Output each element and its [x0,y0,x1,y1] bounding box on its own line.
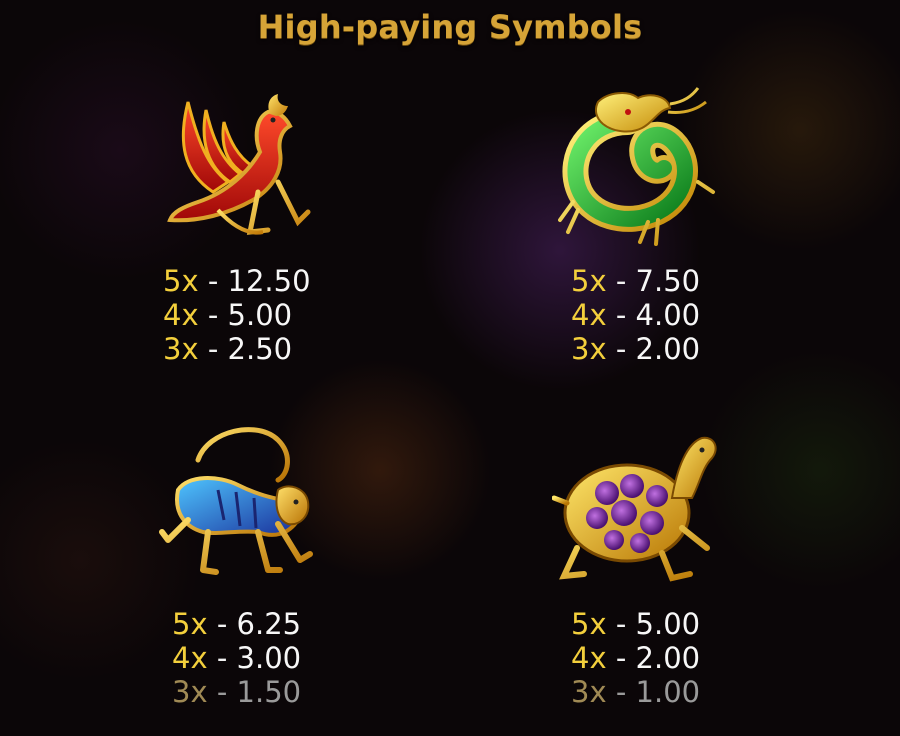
separator: - [216,641,228,675]
pay-row: 4x - 5.00 [163,298,311,332]
payout-value: 2.00 [635,332,701,366]
payout-value: 5.00 [635,607,701,641]
payout-value: 5.00 [227,298,293,332]
multiplier: 5x [571,607,607,641]
multiplier: 5x [571,264,607,298]
payout-value: 2.50 [227,332,293,366]
multiplier: 4x [163,298,199,332]
pay-row: 4x - 2.00 [571,641,700,675]
payout-value: 2.00 [635,641,701,675]
pay-row: 3x - 2.00 [571,332,700,366]
dragon-icon [558,82,718,247]
multiplier: 3x [172,675,208,709]
multiplier: 3x [571,675,607,709]
pay-row: 3x - 1.50 [172,675,301,709]
pay-row: 4x - 3.00 [172,641,301,675]
multiplier: 5x [163,264,199,298]
phoenix-paytable: 5x - 12.50 4x - 5.00 3x - 2.50 [163,264,311,366]
pay-row: 5x - 7.50 [571,264,700,298]
separator: - [216,607,228,641]
separator: - [207,298,219,332]
payout-value: 7.50 [635,264,701,298]
separator: - [615,298,627,332]
multiplier: 4x [571,641,607,675]
separator: - [216,675,228,709]
multiplier: 3x [163,332,199,366]
multiplier: 3x [571,332,607,366]
separator: - [615,332,627,366]
payout-value: 6.25 [236,607,302,641]
multiplier: 4x [172,641,208,675]
pay-row: 4x - 4.00 [571,298,700,332]
pay-row: 3x - 1.00 [571,675,700,709]
tiger-icon [158,420,318,590]
blurred-game-background [0,0,900,736]
payout-value: 1.50 [236,675,302,709]
separator: - [207,332,219,366]
separator: - [615,264,627,298]
payout-value: 3.00 [236,641,302,675]
separator: - [615,607,627,641]
pay-row: 5x - 12.50 [163,264,311,298]
pay-row: 5x - 5.00 [571,607,700,641]
multiplier: 4x [571,298,607,332]
tiger-paytable: 5x - 6.25 4x - 3.00 3x - 1.50 [172,607,301,709]
payout-value: 4.00 [635,298,701,332]
dragon-paytable: 5x - 7.50 4x - 4.00 3x - 2.00 [571,264,700,366]
multiplier: 5x [172,607,208,641]
turtle-icon [552,428,722,588]
phoenix-icon [158,82,318,242]
separator: - [615,641,627,675]
separator: - [207,264,219,298]
pay-row: 5x - 6.25 [172,607,301,641]
pay-row: 3x - 2.50 [163,332,311,366]
separator: - [615,675,627,709]
turtle-paytable: 5x - 5.00 4x - 2.00 3x - 1.00 [571,607,700,709]
payout-value: 12.50 [227,264,311,298]
page-title: High-paying Symbols [257,8,643,46]
payout-value: 1.00 [635,675,701,709]
